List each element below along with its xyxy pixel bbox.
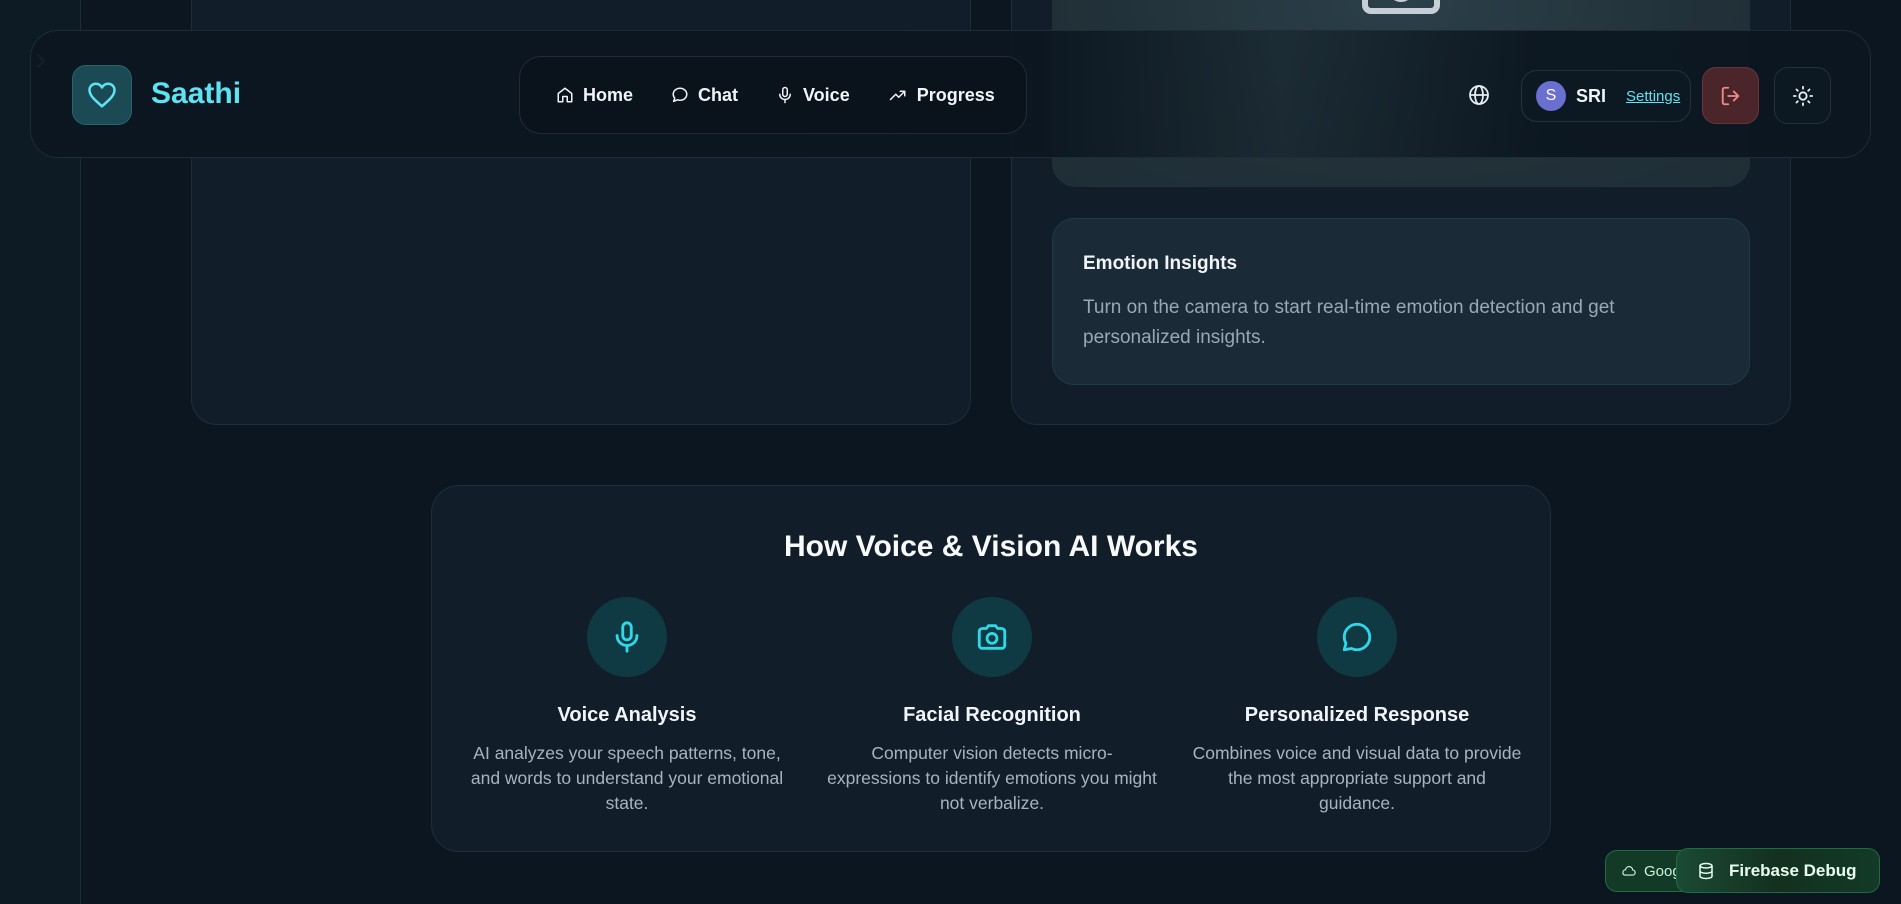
database-icon bbox=[1699, 862, 1713, 879]
emotion-insights-panel: Emotion Insights Turn on the camera to s… bbox=[1052, 218, 1750, 385]
cloud-icon bbox=[1622, 866, 1636, 876]
logout-button[interactable] bbox=[1702, 67, 1759, 124]
settings-link[interactable]: Settings bbox=[1626, 88, 1680, 105]
emotion-insights-body: Turn on the camera to start real-time em… bbox=[1083, 297, 1615, 348]
globe-icon[interactable] bbox=[1467, 83, 1491, 107]
feature-body: AI analyzes your speech patterns, tone, … bbox=[470, 743, 784, 813]
how-it-works-title: How Voice & Vision AI Works bbox=[784, 530, 1198, 563]
nav-voice-label: Voice bbox=[803, 84, 850, 105]
nav-home[interactable]: Home bbox=[556, 85, 633, 106]
top-navbar: Saathi Home Chat Voice Progress S SRI Se… bbox=[30, 30, 1871, 158]
nav-chat-label: Chat bbox=[698, 84, 739, 105]
feature-icon-circle bbox=[952, 597, 1032, 677]
feature-body: Computer vision detects micro-expression… bbox=[827, 743, 1157, 813]
nav-chat[interactable]: Chat bbox=[671, 85, 738, 106]
feature-personalized-response: Personalized Response Combines voice and… bbox=[1192, 597, 1522, 816]
brand-name: Saathi bbox=[151, 77, 242, 110]
feature-icon-circle bbox=[587, 597, 667, 677]
feature-body: Combines voice and visual data to provid… bbox=[1192, 743, 1522, 813]
feature-icon-circle bbox=[1317, 597, 1397, 677]
firebase-debug-button[interactable]: Firebase Debug bbox=[1676, 848, 1880, 893]
avatar[interactable]: S bbox=[1536, 81, 1566, 111]
camera-off-icon bbox=[1362, 0, 1440, 14]
mic-icon bbox=[615, 621, 639, 653]
feature-voice-analysis: Voice Analysis AI analyzes your speech p… bbox=[462, 597, 792, 816]
trending-up-icon bbox=[889, 90, 906, 101]
chat-icon bbox=[672, 87, 688, 103]
logo[interactable] bbox=[72, 65, 132, 125]
nav-voice[interactable]: Voice bbox=[776, 85, 850, 106]
feature-title: Voice Analysis bbox=[557, 704, 697, 726]
message-circle-icon bbox=[1342, 622, 1372, 652]
nav-progress[interactable]: Progress bbox=[888, 85, 995, 106]
feature-title: Personalized Response bbox=[1244, 704, 1470, 726]
user-menu: S SRI Settings bbox=[1521, 70, 1691, 122]
sun-icon bbox=[1792, 85, 1813, 106]
nav-home-label: Home bbox=[583, 84, 634, 105]
emotion-insights-title: Emotion Insights bbox=[1083, 253, 1238, 274]
feature-title: Facial Recognition bbox=[903, 704, 1081, 726]
how-it-works-section: How Voice & Vision AI Works Voice Analys… bbox=[431, 485, 1551, 852]
firebase-debug-label: Firebase Debug bbox=[1729, 860, 1857, 880]
nav-progress-label: Progress bbox=[916, 84, 995, 105]
logout-icon bbox=[1721, 86, 1739, 105]
user-name: SRI bbox=[1576, 85, 1607, 106]
home-icon bbox=[557, 87, 573, 103]
camera-icon bbox=[977, 624, 1007, 650]
feature-facial-recognition: Facial Recognition Computer vision detec… bbox=[827, 597, 1157, 816]
main-nav: Home Chat Voice Progress bbox=[519, 56, 1027, 134]
heart-icon bbox=[88, 82, 116, 108]
mic-icon bbox=[779, 86, 792, 104]
theme-toggle-button[interactable] bbox=[1774, 67, 1831, 124]
